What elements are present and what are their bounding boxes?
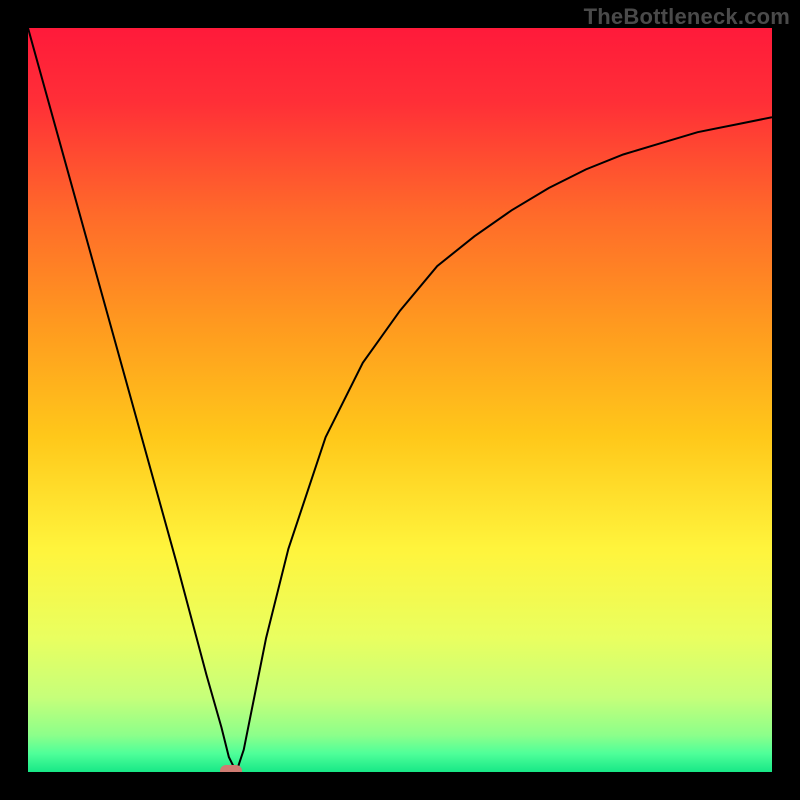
chart-frame: TheBottleneck.com — [0, 0, 800, 800]
optimal-point-marker — [220, 765, 242, 772]
watermark-text: TheBottleneck.com — [584, 4, 790, 30]
plot-svg — [28, 28, 772, 772]
gradient-background — [28, 28, 772, 772]
plot-area — [28, 28, 772, 772]
